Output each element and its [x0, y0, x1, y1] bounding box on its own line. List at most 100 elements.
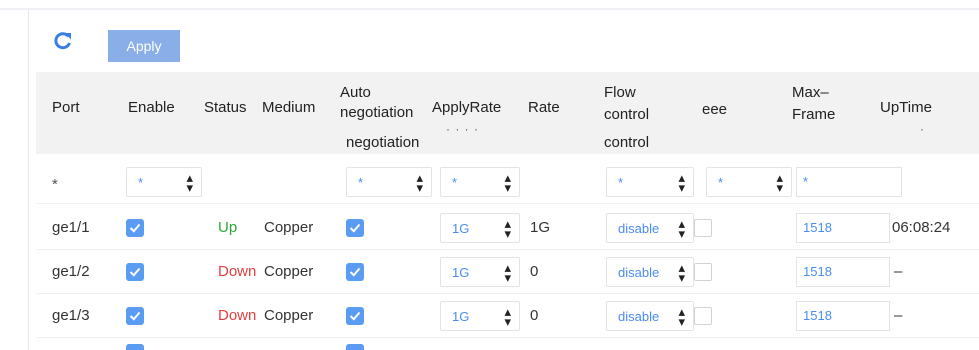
- maxframe-value: 1518: [803, 220, 832, 235]
- rate-cell: 1G: [530, 219, 551, 236]
- applyrate-value: 1G: [452, 221, 470, 236]
- medium-cell: Copper: [264, 263, 314, 280]
- select-arrows-icon: ▴ ▾: [416, 170, 423, 195]
- uptime-cell: 06:08:24: [892, 219, 951, 236]
- auto-negotiation-checkbox[interactable]: [346, 219, 364, 237]
- enable-checkbox[interactable]: [126, 307, 144, 325]
- filter-eee-select[interactable]: * ▴ ▾: [706, 167, 792, 197]
- applyrate-select[interactable]: 1G ▴ ▾: [440, 213, 520, 243]
- select-arrows-icon: ▴ ▾: [678, 304, 685, 329]
- port-cell: ge1/3: [52, 307, 90, 324]
- enable-checkbox[interactable]: [126, 219, 144, 237]
- flow-control-value: disable: [618, 309, 660, 324]
- flow-control-select[interactable]: disable ▴ ▾: [606, 257, 694, 287]
- applyrate-value: 1G: [452, 265, 470, 280]
- applyrate-value: 1G: [452, 309, 470, 324]
- port-cell: ge1/2: [52, 263, 90, 280]
- col-eee: eee: [702, 101, 728, 118]
- status-cell: Down: [218, 263, 257, 280]
- col-enable: Enable: [128, 99, 175, 116]
- applyrate-select[interactable]: 1G ▴ ▾: [440, 301, 520, 331]
- select-arrows-icon: ▴ ▾: [678, 170, 685, 195]
- auto-negotiation-checkbox-partial[interactable]: [346, 344, 364, 350]
- medium-cell: Copper: [264, 219, 314, 236]
- uptime-cell: –: [894, 307, 903, 324]
- flow-control-value: disable: [618, 265, 660, 280]
- select-arrows-icon: ▴ ▾: [678, 260, 685, 285]
- check-icon: [129, 267, 141, 277]
- filter-applyrate-value: *: [452, 175, 458, 190]
- col-status: Status: [204, 99, 247, 116]
- table-row: ge1/3 Down Copper 1G ▴ ▾ 0 disable ▴ ▾ 151…: [36, 294, 979, 338]
- top-bar: [0, 0, 979, 10]
- applyrate-select[interactable]: 1G ▴ ▾: [440, 257, 520, 287]
- col-flow-line1: Flow: [604, 84, 636, 101]
- col-port: Port: [52, 99, 80, 116]
- table-row: ge1/1 Up Copper 1G ▴ ▾ 1G disable ▴ ▾ 1518…: [36, 206, 979, 250]
- filter-applyrate-select[interactable]: * ▴ ▾: [440, 167, 520, 197]
- eee-checkbox[interactable]: [694, 263, 712, 281]
- col-max-line2: Frame: [792, 106, 836, 123]
- status-cell: Down: [218, 307, 257, 324]
- filter-auto-select[interactable]: * ▴ ▾: [346, 167, 432, 197]
- refresh-icon[interactable]: [52, 30, 74, 52]
- apply-button[interactable]: Apply: [108, 30, 180, 62]
- eee-checkbox[interactable]: [694, 219, 712, 237]
- select-arrows-icon: ▴ ▾: [504, 216, 511, 241]
- rate-cell: 0: [530, 307, 539, 324]
- check-icon: [349, 267, 361, 277]
- maxframe-input[interactable]: 1518: [796, 257, 890, 287]
- check-icon: [129, 311, 141, 321]
- check-icon: [349, 223, 361, 233]
- filter-maxframe-value: *: [803, 174, 809, 189]
- select-arrows-icon: ▴ ▾: [678, 216, 685, 241]
- eee-checkbox[interactable]: [694, 307, 712, 325]
- check-icon: [349, 311, 361, 321]
- select-arrows-icon: ▴ ▾: [504, 170, 511, 195]
- filter-flow-value: *: [618, 175, 624, 190]
- select-arrows-icon: ▴ ▾: [504, 260, 511, 285]
- enable-checkbox-partial[interactable]: [126, 344, 144, 350]
- status-cell: Up: [218, 219, 238, 236]
- filter-row: * * ▴ ▾ * ▴ ▾ * ▴ ▾ * ▴ ▾ * ▴ ▾ *: [36, 160, 979, 204]
- filter-maxframe-input[interactable]: *: [796, 167, 902, 197]
- port-cell: ge1/1: [52, 219, 90, 236]
- medium-cell: Copper: [264, 307, 314, 324]
- col-uptime-ghost: ·: [920, 122, 925, 136]
- rate-cell: 0: [530, 263, 539, 280]
- flow-control-select[interactable]: disable ▴ ▾: [606, 301, 694, 331]
- select-arrows-icon: ▴ ▾: [186, 170, 193, 195]
- auto-negotiation-checkbox[interactable]: [346, 307, 364, 325]
- col-flow-line2: control: [604, 106, 650, 123]
- col-applyrate: ApplyRate: [432, 99, 502, 116]
- filter-auto-value: *: [358, 175, 364, 190]
- auto-negotiation-checkbox[interactable]: [346, 263, 364, 281]
- enable-checkbox[interactable]: [126, 263, 144, 281]
- table-row: ge1/2 Down Copper 1G ▴ ▾ 0 disable ▴ ▾ 151…: [36, 250, 979, 294]
- col-applyrate-ghost: · · · ·: [446, 122, 479, 136]
- flow-control-select[interactable]: disable ▴ ▾: [606, 213, 694, 243]
- col-auto-line2: negotiation: [340, 104, 414, 121]
- select-arrows-icon: ▴ ▾: [776, 170, 783, 195]
- filter-enable-value: *: [138, 175, 144, 190]
- col-medium: Medium: [262, 99, 316, 116]
- filter-port: *: [52, 176, 58, 193]
- filter-flow-select[interactable]: * ▴ ▾: [606, 167, 694, 197]
- col-flow-ghost: control: [604, 134, 650, 151]
- col-max-line1: Max–: [792, 84, 829, 101]
- filter-enable-select[interactable]: * ▴ ▾: [126, 167, 202, 197]
- col-auto-line1: Auto: [340, 84, 371, 101]
- col-uptime: UpTime: [880, 99, 932, 116]
- col-auto-ghost: negotiation: [346, 134, 420, 151]
- maxframe-input[interactable]: 1518: [796, 301, 890, 331]
- maxframe-value: 1518: [803, 308, 832, 323]
- table-header: Port Enable Status Medium Auto negotiati…: [36, 72, 979, 154]
- select-arrows-icon: ▴ ▾: [504, 304, 511, 329]
- check-icon: [129, 223, 141, 233]
- uptime-cell: –: [894, 263, 903, 280]
- flow-control-value: disable: [618, 221, 660, 236]
- col-rate: Rate: [528, 99, 560, 116]
- filter-eee-value: *: [718, 175, 724, 190]
- maxframe-value: 1518: [803, 264, 832, 279]
- maxframe-input[interactable]: 1518: [796, 213, 890, 243]
